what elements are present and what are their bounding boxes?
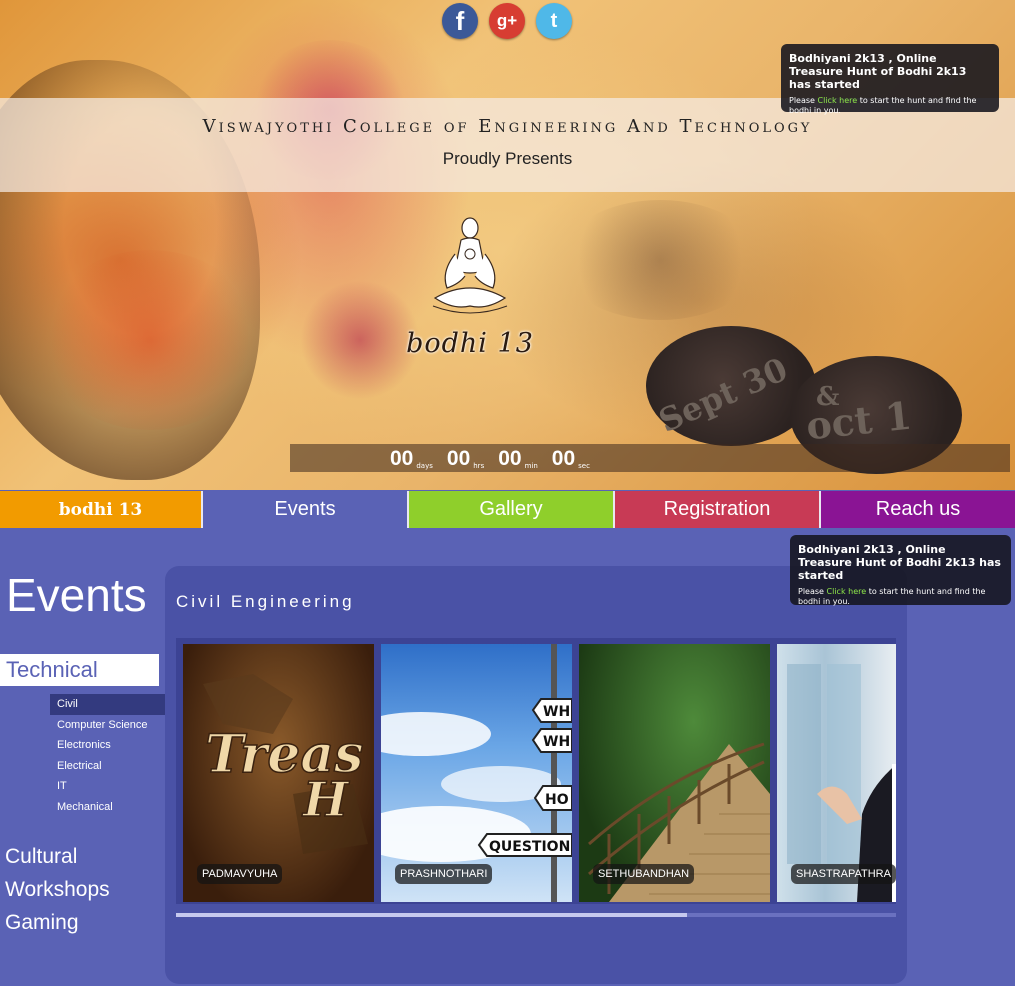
paint-splat bbox=[40, 250, 260, 430]
countdown-timer: 00 days 00 hrs 00 min 00 sec bbox=[290, 444, 1010, 472]
event-card-caption: SHASTRAPATHRA bbox=[791, 864, 896, 884]
nav-reach-us[interactable]: Reach us bbox=[821, 491, 1015, 528]
countdown-label: hrs bbox=[473, 462, 485, 470]
subcategory-electronics[interactable]: Electronics bbox=[50, 735, 166, 756]
notice-prefix: Please bbox=[798, 587, 827, 596]
countdown-hours: 00 hrs bbox=[447, 446, 484, 472]
event-card-sethubandhan[interactable]: SETHUBANDHAN bbox=[579, 644, 770, 902]
treasure-hunt-notice-bottom: Bodhiyani 2k13 , Online Treasure Hunt of… bbox=[790, 535, 1011, 607]
category-gaming[interactable]: Gaming bbox=[5, 911, 79, 935]
carousel-scroll-thumb[interactable] bbox=[176, 913, 688, 917]
subcategory-computer-science[interactable]: Computer Science bbox=[50, 715, 166, 736]
sign-text: QUESTION bbox=[489, 839, 570, 855]
event-card-prashnothari[interactable]: WH WH HO QUESTION PRASHNOTHARI bbox=[381, 644, 572, 902]
nav-bodhi13[interactable]: bodhi 13 bbox=[0, 491, 203, 528]
googleplus-icon[interactable]: g+ bbox=[489, 3, 525, 39]
countdown-value: 00 bbox=[446, 447, 471, 470]
sign-text: WH bbox=[543, 734, 570, 750]
nav-gallery[interactable]: Gallery bbox=[409, 491, 615, 528]
subcategory-mechanical[interactable]: Mechanical bbox=[50, 797, 166, 818]
countdown-days: 00 days bbox=[390, 446, 433, 472]
facebook-icon[interactable]: f bbox=[442, 3, 478, 39]
event-card-caption: PRASHNOTHARI bbox=[395, 864, 493, 884]
main-nav: bodhi 13 Events Gallery Registration Rea… bbox=[0, 491, 1015, 528]
panel-title: Civil Engineering bbox=[176, 592, 355, 611]
social-links: f g+ t bbox=[442, 3, 572, 39]
college-name: Viswajyothi College of Engineering And T… bbox=[202, 116, 813, 137]
subcategory-it[interactable]: IT bbox=[50, 776, 166, 797]
paint-splat bbox=[560, 200, 760, 320]
event-card-padmavyuha[interactable]: Treas H PADMAVYUHA bbox=[183, 644, 374, 902]
twitter-icon[interactable]: t bbox=[536, 3, 572, 39]
category-technical[interactable]: Technical bbox=[0, 654, 159, 686]
countdown-minutes: 00 min bbox=[498, 446, 538, 472]
notice-title: Bodhiyani 2k13 , Online Treasure Hunt of… bbox=[798, 543, 1001, 582]
subcategory-electrical[interactable]: Electrical bbox=[50, 756, 166, 777]
countdown-label: days bbox=[416, 462, 433, 470]
sign-text: HO bbox=[545, 792, 569, 808]
events-section: Events Technical Civil Computer Science … bbox=[0, 528, 1015, 986]
treasure-art-line2: H bbox=[301, 772, 350, 828]
event-card-shastrapathra[interactable]: SHASTRAPATHRA bbox=[777, 644, 896, 902]
notice-body: Please Click here to start the hunt and … bbox=[789, 96, 991, 116]
sign-text: WH bbox=[543, 704, 570, 720]
notice-title: Bodhiyani 2k13 , Online Treasure Hunt of… bbox=[789, 52, 967, 91]
events-heading: Events bbox=[6, 569, 147, 621]
subcategory-civil[interactable]: Civil bbox=[50, 694, 174, 715]
notice-body: Please Click here to start the hunt and … bbox=[798, 587, 1003, 607]
countdown-value: 00 bbox=[551, 447, 576, 470]
countdown-value: 00 bbox=[390, 447, 414, 470]
bodhi-wordmark: bodhi 13 bbox=[406, 328, 534, 359]
event-carousel: Treas H PADMAVYUHA WH WH HO QUESTION PRA… bbox=[176, 638, 896, 904]
bodhi-logo: bodhi 13 bbox=[405, 214, 535, 359]
carousel-scrollbar[interactable] bbox=[176, 913, 896, 917]
nav-registration[interactable]: Registration bbox=[615, 491, 821, 528]
countdown-label: sec bbox=[578, 462, 590, 470]
presents-text: Proudly Presents bbox=[442, 149, 573, 168]
category-workshops[interactable]: Workshops bbox=[5, 878, 110, 902]
paint-splat bbox=[300, 280, 420, 400]
countdown-value: 00 bbox=[498, 447, 522, 470]
treasure-hunt-notice-top: Bodhiyani 2k13 , Online Treasure Hunt of… bbox=[781, 44, 999, 115]
notice-click-here-link[interactable]: Click here bbox=[818, 96, 858, 105]
countdown-seconds: 00 sec bbox=[552, 446, 590, 472]
meditating-figure-icon bbox=[432, 217, 508, 314]
events-panel: Civil Engineering Treas H PADMAVYUHA WH … bbox=[165, 566, 907, 984]
category-cultural[interactable]: Cultural bbox=[5, 845, 77, 869]
event-card-caption: PADMAVYUHA bbox=[197, 864, 283, 884]
event-card-caption: SETHUBANDHAN bbox=[593, 864, 695, 884]
notice-click-here-link[interactable]: Click here bbox=[827, 587, 867, 596]
subcategory-list: Civil Computer Science Electronics Elect… bbox=[50, 694, 174, 818]
countdown-label: min bbox=[524, 462, 538, 470]
notice-prefix: Please bbox=[789, 96, 818, 105]
nav-events[interactable]: Events bbox=[203, 491, 409, 528]
